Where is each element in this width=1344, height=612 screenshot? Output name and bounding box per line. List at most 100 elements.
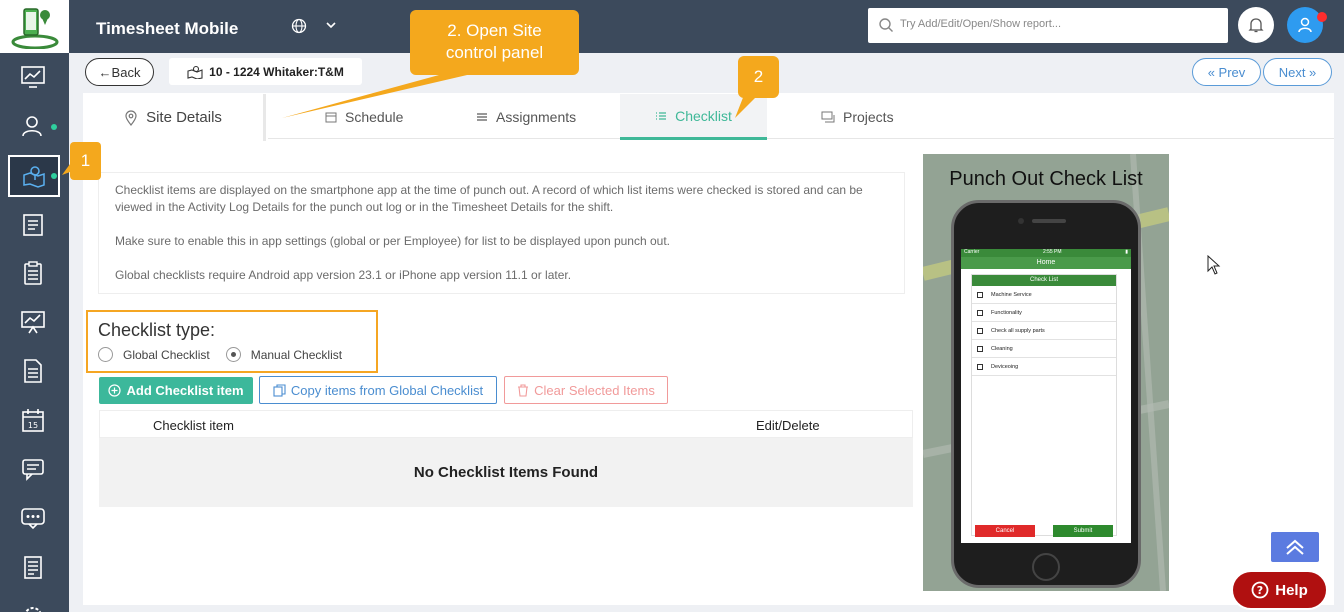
phone-nav-bar: Home — [961, 257, 1131, 269]
carrier-label: Carrier — [964, 249, 980, 255]
time-label: 2:55 PM — [1042, 249, 1062, 255]
add-label: Add Checklist item — [126, 383, 244, 398]
phone-list-item: Deviceoing — [972, 358, 1116, 376]
sidebar-item-dashboard[interactable] — [10, 57, 56, 97]
monitor-chart-icon — [21, 66, 45, 88]
prev-label: Prev — [1218, 64, 1246, 80]
sidebar-item-chat[interactable] — [10, 498, 56, 538]
column-checklist-item: Checklist item — [153, 418, 234, 433]
checklist-type-title: Checklist type: — [98, 320, 216, 340]
info-paragraph: Checklist items are displayed on the sma… — [115, 183, 863, 214]
map-pin-icon — [125, 109, 137, 126]
list-icon — [477, 113, 487, 121]
checkbox-icon — [977, 291, 983, 298]
prev-button[interactable]: « Prev — [1192, 58, 1261, 86]
phone-home-button — [1032, 553, 1060, 581]
gear-icon — [24, 607, 42, 612]
top-bar: Timesheet Mobile Try Add/Edit/Open/Show … — [69, 0, 1344, 53]
projects-icon — [821, 111, 835, 123]
checklist-table-header: Checklist item Edit/Delete — [99, 410, 913, 438]
global-checklist-radio[interactable] — [98, 347, 113, 362]
phone-check-list: Check List Machine Service Functionality… — [971, 274, 1117, 536]
calendar-icon: 15 — [22, 409, 44, 432]
sidebar-item-employees[interactable] — [10, 106, 56, 146]
help-label: Help — [1275, 581, 1308, 599]
chevron-down-icon[interactable] — [325, 18, 337, 37]
globe-icon[interactable] — [291, 18, 307, 39]
presentation-chart-icon — [21, 311, 45, 334]
phone-camera — [1018, 218, 1024, 224]
checkbox-icon — [977, 327, 983, 334]
phone-screen: Carrier 2:55 PM ▮ Home Check List Machin… — [961, 249, 1131, 543]
phone-list-title: Check List — [972, 275, 1116, 286]
search-placeholder: Try Add/Edit/Open/Show report... — [900, 18, 1062, 30]
phone-submit-button: Submit — [1053, 525, 1113, 537]
sidebar-item-messages[interactable] — [10, 449, 56, 489]
tab-projects[interactable]: Projects — [821, 94, 894, 140]
tab-assignments[interactable]: Assignments — [476, 94, 576, 140]
tab-label: Projects — [843, 109, 894, 125]
tab-label: Assignments — [496, 109, 577, 125]
help-button[interactable]: ? Help — [1231, 570, 1328, 610]
checklist-type-group: Checklist type: Global Checklist Manual … — [86, 310, 378, 373]
punch-out-preview-image: Punch Out Check List Carrier 2:55 PM ▮ H… — [923, 154, 1169, 591]
phone-item-label: Check all supply parts — [991, 327, 1045, 334]
sidebar-item-timesheets[interactable] — [10, 204, 56, 244]
svg-text:?: ? — [1257, 584, 1263, 597]
document-icon — [24, 359, 42, 383]
phone-list-item: Check all supply parts — [972, 322, 1116, 340]
search-icon — [878, 17, 894, 38]
preview-title: Punch Out Check List — [949, 168, 1143, 190]
arrow-left-icon: ← — [98, 64, 112, 80]
checklist-type-options: Global Checklist Manual Checklist — [98, 347, 366, 362]
column-edit-delete: Edit/Delete — [756, 418, 820, 433]
clear-selected-items-button[interactable]: Clear Selected Items — [504, 376, 668, 404]
sidebar-item-jobs[interactable] — [10, 253, 56, 293]
svg-text:15: 15 — [28, 421, 38, 430]
battery-icon: ▮ — [1125, 249, 1128, 255]
phone-item-label: Functionality — [991, 309, 1022, 316]
clipboard-check-icon — [24, 261, 42, 285]
sidebar-item-calendar[interactable]: 15 — [10, 400, 56, 440]
copy-global-checklist-button[interactable]: Copy items from Global Checklist — [259, 376, 497, 404]
tab-label: Site Details — [146, 109, 222, 126]
phone-item-label: Cleaning — [991, 345, 1013, 352]
app-title: Timesheet Mobile — [96, 19, 239, 38]
sidebar-item-settings[interactable] — [10, 596, 56, 612]
next-button[interactable]: Next » — [1263, 58, 1332, 86]
user-avatar-icon — [1298, 17, 1312, 33]
sidebar-item-notes[interactable] — [10, 547, 56, 587]
back-button[interactable]: ← Back — [85, 58, 154, 86]
bell-icon — [1248, 18, 1264, 33]
double-chevron-left-icon: « — [1207, 64, 1219, 80]
notifications-button[interactable] — [1238, 7, 1274, 43]
employees-status-dot — [51, 124, 57, 130]
tab-site-details[interactable]: Site Details — [83, 94, 266, 141]
phone-list-item: Machine Service — [972, 286, 1116, 304]
back-label: Back — [111, 64, 141, 80]
sidebar-item-reports[interactable] — [10, 302, 56, 342]
next-label: Next — [1278, 64, 1306, 80]
scroll-to-top-button[interactable] — [1271, 532, 1319, 562]
trash-icon — [518, 383, 529, 397]
tab-label: Schedule — [345, 109, 404, 125]
clear-label: Clear Selected Items — [534, 382, 655, 398]
app-logo[interactable] — [0, 0, 69, 53]
tab-schedule[interactable]: Schedule — [325, 94, 403, 140]
sites-status-dot — [51, 173, 57, 179]
calendar-icon — [325, 112, 337, 123]
checklist-info-box: Checklist items are displayed on the sma… — [98, 172, 905, 294]
phone-cancel-button: Cancel — [975, 525, 1035, 537]
manual-checklist-radio[interactable] — [225, 347, 241, 362]
callout-step-2: 2 — [738, 56, 779, 98]
callout-step-1: 1 — [70, 142, 101, 180]
copy-icon — [273, 383, 286, 397]
question-circle-icon: ? — [1251, 581, 1269, 599]
phone-frame: Carrier 2:55 PM ▮ Home Check List Machin… — [951, 200, 1141, 588]
phone-list-item: Functionality — [972, 304, 1116, 322]
add-checklist-item-button[interactable]: Add Checklist item — [99, 377, 253, 404]
site-map-icon — [187, 65, 203, 79]
search-input[interactable]: Try Add/Edit/Open/Show report... — [868, 8, 1228, 43]
sidebar-item-documents[interactable] — [10, 351, 56, 391]
tab-checklist[interactable]: Checklist — [620, 94, 767, 140]
